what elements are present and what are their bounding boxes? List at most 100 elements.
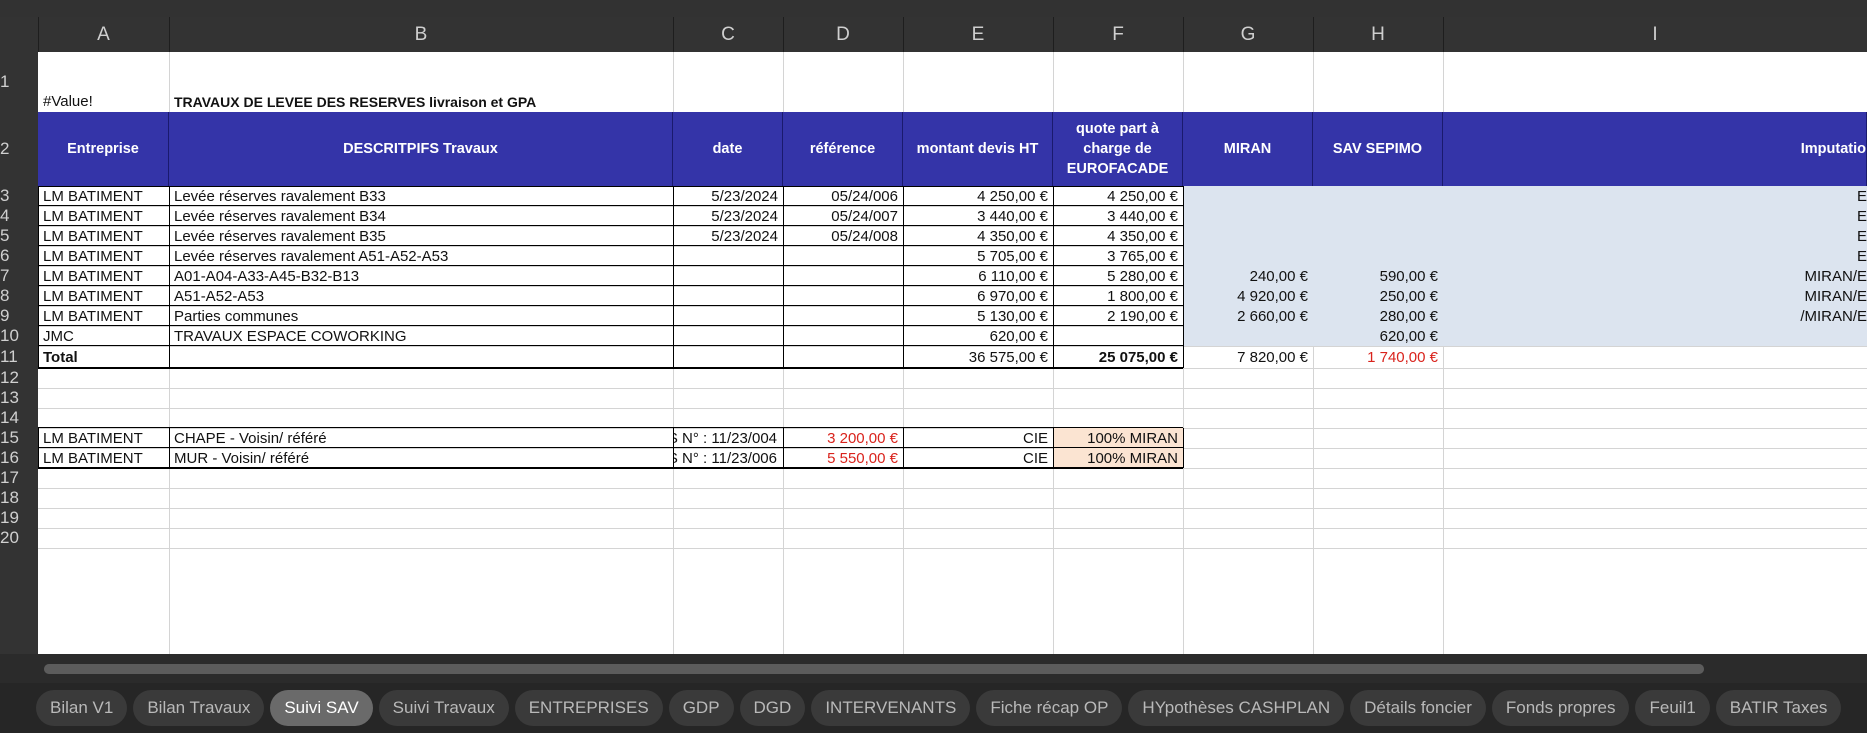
row-header-3[interactable]: 3 [0,186,38,206]
header-entreprise[interactable]: Entreprise [38,112,169,186]
cell-b8[interactable]: A51-A52-A53 [169,286,673,306]
sheet-tab-dgd[interactable]: DGD [739,690,806,726]
cell-h3[interactable] [1313,186,1443,206]
header-montant[interactable]: montant devis HT [903,112,1053,186]
cell-f8[interactable]: 1 800,00 € [1053,286,1183,306]
cell-i4[interactable]: E [1443,206,1867,226]
header-date[interactable]: date [673,112,783,186]
row-header-18[interactable]: 18 [0,488,38,508]
row-header-9[interactable]: 9 [0,306,38,326]
header-sav[interactable]: SAV SEPIMO [1313,112,1443,186]
cell-d7[interactable] [783,266,903,286]
cell-d6[interactable] [783,246,903,266]
column-header-f[interactable]: F [1053,17,1184,52]
cell-h7[interactable]: 590,00 € [1313,266,1443,286]
header-quote-part[interactable]: quote part à charge de EUROFACADE [1053,112,1183,186]
cell-i8[interactable]: MIRAN/E [1443,286,1867,306]
cell-e15[interactable]: CIE [903,428,1053,448]
cell-i6[interactable]: E [1443,246,1867,266]
cell-e8[interactable]: 6 970,00 € [903,286,1053,306]
cell-g3[interactable] [1183,186,1313,206]
row-header-8[interactable]: 8 [0,286,38,306]
cell-c6[interactable] [673,246,783,266]
cell-d4[interactable]: 05/24/007 [783,206,903,226]
cell-c15[interactable]: VIS N° : 11/23/004 [673,428,783,448]
header-miran[interactable]: MIRAN [1183,112,1313,186]
cell-a3[interactable]: LM BATIMENT [38,186,169,206]
total-montant-devis[interactable]: 36 575,00 € [903,346,1053,368]
sheet-tab-entreprises[interactable]: ENTREPRISES [514,690,663,726]
select-all-corner[interactable] [0,17,39,52]
cell-d11[interactable] [783,346,903,368]
sheet-tab-bilan-travaux[interactable]: Bilan Travaux [133,690,265,726]
cell-h9[interactable]: 280,00 € [1313,306,1443,326]
cell-e10[interactable]: 620,00 € [903,326,1053,346]
total-label[interactable]: Total [38,346,169,368]
row-header-4[interactable]: 4 [0,206,38,226]
cell-b10[interactable]: TRAVAUX ESPACE COWORKING [169,326,673,346]
row-header-17[interactable]: 17 [0,468,38,488]
sheet-title[interactable]: TRAVAUX DE LEVEE DES RESERVES livraison … [169,52,783,112]
cell-b4[interactable]: Levée réserves ravalement B34 [169,206,673,226]
cell-i5[interactable]: E [1443,226,1867,246]
cell-c10[interactable] [673,326,783,346]
total-miran[interactable]: 7 820,00 € [1183,346,1313,368]
sheet-tab-feuil1[interactable]: Feuil1 [1635,690,1710,726]
cell-g7[interactable]: 240,00 € [1183,266,1313,286]
sheet-tab-d-tails-foncier[interactable]: Détails foncier [1350,690,1486,726]
cell-e16[interactable]: CIE [903,448,1053,468]
cell-f3[interactable]: 4 250,00 € [1053,186,1183,206]
cell-d10[interactable] [783,326,903,346]
cell-g10[interactable] [1183,326,1313,346]
cell-d16[interactable]: 5 550,00 € [783,448,903,468]
cell-b5[interactable]: Levée réserves ravalement B35 [169,226,673,246]
cell-g8[interactable]: 4 920,00 € [1183,286,1313,306]
column-header-c[interactable]: C [673,17,784,52]
cell-h5[interactable] [1313,226,1443,246]
cell-b6[interactable]: Levée réserves ravalement A51-A52-A53 [169,246,673,266]
column-header-d[interactable]: D [783,17,904,52]
row-header-19[interactable]: 19 [0,508,38,528]
sheet-tab-bilan-v1[interactable]: Bilan V1 [36,690,128,726]
cell-c8[interactable] [673,286,783,306]
column-header-h[interactable]: H [1313,17,1444,52]
sheet-tab-fiche-r-cap-op[interactable]: Fiche récap OP [976,690,1123,726]
row-header-14[interactable]: 14 [0,408,38,428]
cell-b16[interactable]: MUR - Voisin/ référé [169,448,673,468]
column-header-i[interactable]: I [1443,17,1867,52]
cell-b15[interactable]: CHAPE - Voisin/ référé [169,428,673,448]
cell-a1[interactable]: #Value! [38,52,169,112]
row-header-16[interactable]: 16 [0,448,38,468]
cell-d3[interactable]: 05/24/006 [783,186,903,206]
total-quote-part[interactable]: 25 075,00 € [1053,346,1183,368]
total-sav-sepimo[interactable]: 1 740,00 € [1313,346,1443,368]
cell-a6[interactable]: LM BATIMENT [38,246,169,266]
sheet-tab-gdp[interactable]: GDP [668,690,734,726]
column-header-b[interactable]: B [169,17,674,52]
cell-g9[interactable]: 2 660,00 € [1183,306,1313,326]
row-header-12[interactable]: 12 [0,368,38,388]
cell-a8[interactable]: LM BATIMENT [38,286,169,306]
header-descriptifs[interactable]: DESCRITPIFS Travaux [169,112,673,186]
scrollbar-thumb[interactable] [44,664,1704,674]
cell-h4[interactable] [1313,206,1443,226]
cell-e4[interactable]: 3 440,00 € [903,206,1053,226]
cell-a15[interactable]: LM BATIMENT [38,428,169,448]
cell-e6[interactable]: 5 705,00 € [903,246,1053,266]
cell-e9[interactable]: 5 130,00 € [903,306,1053,326]
cell-d8[interactable] [783,286,903,306]
cell-f4[interactable]: 3 440,00 € [1053,206,1183,226]
cell-a5[interactable]: LM BATIMENT [38,226,169,246]
cell-f15[interactable]: 100% MIRAN [1053,428,1183,448]
cell-b9[interactable]: Parties communes [169,306,673,326]
sheet-tab-fonds-propres[interactable]: Fonds propres [1491,690,1630,726]
cell-f10[interactable] [1053,326,1183,346]
cell-c3[interactable]: 5/23/2024 [673,186,783,206]
sheet-tab-hypoth-ses-cashplan[interactable]: HYpothèses CASHPLAN [1128,690,1345,726]
cell-g6[interactable] [1183,246,1313,266]
cell-c4[interactable]: 5/23/2024 [673,206,783,226]
row-header-7[interactable]: 7 [0,266,38,286]
scrollbar-track[interactable] [44,664,1704,674]
cell-h6[interactable] [1313,246,1443,266]
cell-i10[interactable] [1443,326,1867,346]
